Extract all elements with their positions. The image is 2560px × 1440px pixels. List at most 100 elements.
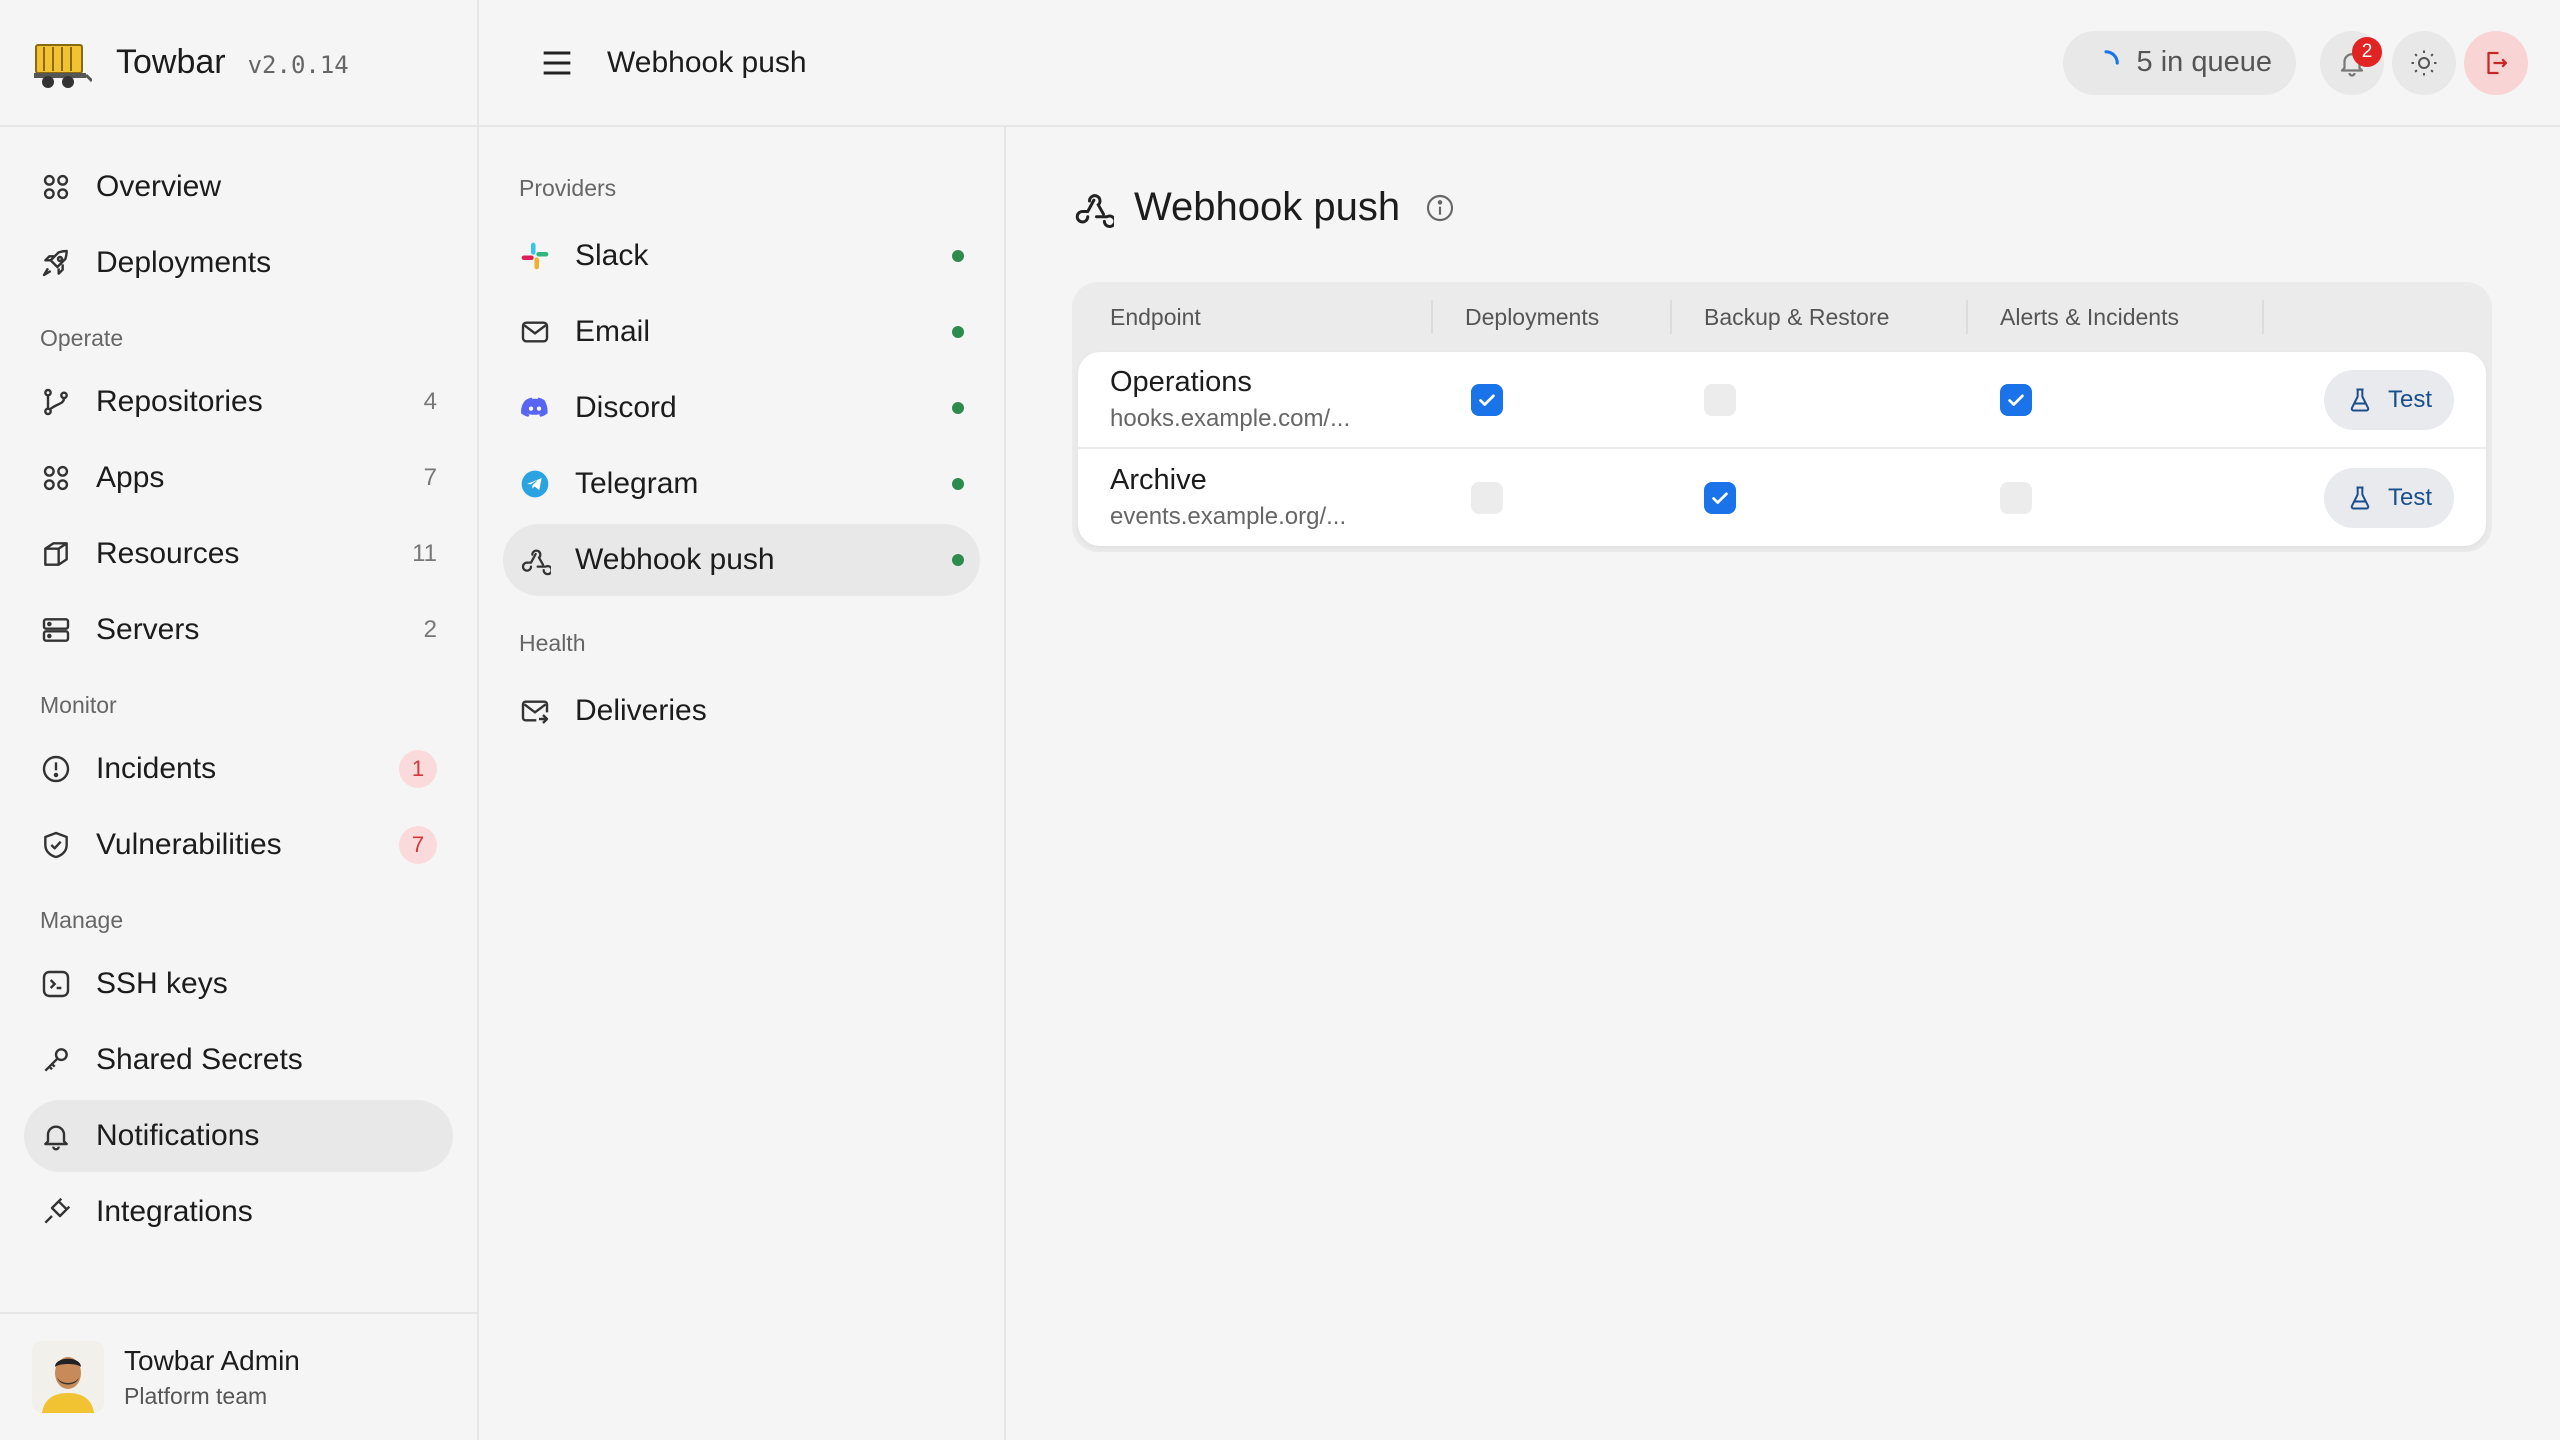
logout-icon bbox=[2487, 51, 2508, 74]
logout-button[interactable] bbox=[2464, 30, 2528, 95]
count-servers: 2 bbox=[423, 616, 437, 643]
theme-toggle-button[interactable] bbox=[2392, 30, 2456, 95]
deployments-checkbox[interactable] bbox=[1471, 481, 1503, 514]
provider-item-email[interactable]: Email bbox=[503, 296, 980, 368]
endpoint-url: events.example.org/... bbox=[1110, 503, 1347, 530]
user-team: Platform team bbox=[124, 1382, 268, 1409]
table-header: Endpoint Deployments Backup & Restore Al… bbox=[1078, 282, 2486, 352]
health-item-deliveries[interactable]: Deliveries bbox=[503, 675, 980, 747]
sidebar-item-servers[interactable]: Servers 2 bbox=[24, 594, 453, 666]
endpoint-name: Operations bbox=[1110, 366, 1252, 398]
cube-icon bbox=[44, 542, 68, 566]
endpoint-name: Archive bbox=[1110, 464, 1207, 496]
app-name: Towbar bbox=[116, 43, 226, 81]
avatar bbox=[32, 1341, 104, 1413]
terminal-icon bbox=[42, 970, 70, 998]
shield-check-icon bbox=[44, 831, 68, 859]
status-dot bbox=[952, 326, 964, 338]
provider-item-discord[interactable]: Discord bbox=[503, 372, 980, 444]
alerts-incidents-checkbox[interactable] bbox=[2000, 383, 2032, 416]
sidebar-item-integrations[interactable]: Integrations bbox=[24, 1176, 453, 1248]
badge-incidents: 1 bbox=[399, 750, 437, 788]
backup-restore-checkbox[interactable] bbox=[1704, 481, 1736, 514]
page-title: Webhook push bbox=[607, 45, 807, 79]
provider-item-telegram[interactable]: Telegram bbox=[503, 448, 980, 520]
check-icon bbox=[2008, 394, 2024, 406]
test-button-label: Test bbox=[2387, 483, 2432, 511]
alert-circle-icon bbox=[42, 755, 70, 783]
provider-item-webhook-push[interactable]: Webhook push bbox=[503, 524, 980, 596]
user-profile[interactable]: Towbar Admin Platform team bbox=[0, 1312, 477, 1440]
topbar: Webhook push 5 in queue 2 bbox=[479, 0, 2560, 127]
status-dot bbox=[952, 554, 964, 566]
sidebar-item-resources[interactable]: Resources 11 bbox=[24, 518, 453, 590]
main-area: Webhook push 5 in queue 2 Providers Slac… bbox=[479, 0, 2560, 1440]
status-dot bbox=[952, 402, 964, 414]
content-area: Providers Slack Email Discord Telegram W… bbox=[479, 127, 2560, 1440]
webhook-icon bbox=[1075, 193, 1114, 228]
hamburger-menu-icon[interactable] bbox=[537, 43, 577, 83]
test-button[interactable]: Test bbox=[2323, 467, 2454, 528]
slack-icon bbox=[521, 242, 549, 270]
count-repositories: 4 bbox=[423, 388, 437, 415]
git-branch-icon bbox=[44, 388, 68, 416]
trailer-logo-icon bbox=[34, 43, 92, 88]
grid-icon bbox=[43, 174, 69, 200]
section-manage: Manage bbox=[40, 907, 124, 933]
column-header-deployments: Deployments bbox=[1433, 300, 1672, 334]
section-providers: Providers bbox=[519, 175, 617, 201]
sidebar: Towbar v2.0.14 Overview Deployments Oper… bbox=[0, 0, 479, 1440]
test-button[interactable]: Test bbox=[2323, 369, 2454, 430]
status-dot bbox=[952, 250, 964, 262]
mail-icon bbox=[521, 321, 549, 343]
telegram-icon bbox=[521, 470, 549, 498]
endpoints-table: Endpoint Deployments Backup & Restore Al… bbox=[1072, 282, 2492, 552]
section-health: Health bbox=[519, 630, 586, 656]
count-apps: 7 bbox=[423, 464, 437, 491]
sidebar-item-shared-secrets[interactable]: Shared Secrets bbox=[24, 1024, 453, 1096]
user-name: Towbar Admin bbox=[124, 1344, 300, 1376]
sidebar-item-deployments[interactable]: Deployments bbox=[24, 227, 453, 299]
endpoint-cell: Archive events.example.org/... bbox=[1078, 464, 1433, 531]
provider-item-slack[interactable]: Slack bbox=[503, 220, 980, 292]
sidebar-item-vulnerabilities[interactable]: Vulnerabilities 7 bbox=[24, 809, 453, 881]
info-icon[interactable] bbox=[1424, 192, 1456, 224]
mail-forward-icon bbox=[521, 700, 549, 724]
key-icon bbox=[44, 1048, 68, 1072]
panel-header: Webhook push bbox=[1072, 185, 2496, 230]
endpoint-cell: Operations hooks.example.com/... bbox=[1078, 366, 1433, 433]
webhook-panel: Webhook push Endpoint Deployments Backup… bbox=[1006, 127, 2560, 1440]
count-resources: 11 bbox=[412, 540, 437, 567]
test-button-label: Test bbox=[2387, 385, 2432, 413]
endpoint-url: hooks.example.com/... bbox=[1110, 405, 1351, 432]
flask-icon bbox=[2350, 388, 2370, 411]
table-row: Operations hooks.example.com/... Test bbox=[1078, 352, 2486, 449]
sidebar-item-notifications[interactable]: Notifications bbox=[24, 1100, 453, 1172]
main-nav: Overview Deployments Operate Repositorie… bbox=[0, 127, 477, 1440]
backup-restore-checkbox[interactable] bbox=[1704, 383, 1736, 416]
section-monitor: Monitor bbox=[40, 692, 117, 718]
sidebar-item-overview[interactable]: Overview bbox=[24, 151, 453, 223]
app-version: v2.0.14 bbox=[247, 50, 349, 79]
queue-label: 5 in queue bbox=[2136, 46, 2272, 78]
discord-icon bbox=[521, 397, 548, 417]
alerts-incidents-checkbox[interactable] bbox=[2000, 481, 2032, 514]
plug-icon bbox=[44, 1197, 71, 1224]
sidebar-item-apps[interactable]: Apps 7 bbox=[24, 442, 453, 514]
column-header-alerts-incidents: Alerts & Incidents bbox=[1968, 300, 2264, 334]
server-icon bbox=[42, 618, 70, 642]
brand: Towbar v2.0.14 bbox=[0, 0, 477, 127]
sidebar-item-ssh-keys[interactable]: SSH keys bbox=[24, 948, 453, 1020]
deployments-checkbox[interactable] bbox=[1471, 383, 1503, 416]
section-operate: Operate bbox=[40, 325, 124, 351]
check-icon bbox=[1712, 492, 1728, 504]
status-dot bbox=[952, 478, 964, 490]
column-header-backup-restore: Backup & Restore bbox=[1672, 300, 1968, 334]
queue-status-button[interactable]: 5 in queue bbox=[2062, 30, 2296, 95]
spinner-icon bbox=[2103, 49, 2119, 65]
sidebar-item-incidents[interactable]: Incidents 1 bbox=[24, 733, 453, 805]
notifications-button[interactable]: 2 bbox=[2320, 30, 2384, 95]
sidebar-item-repositories[interactable]: Repositories 4 bbox=[24, 366, 453, 438]
sun-icon bbox=[2411, 50, 2437, 75]
bell-icon bbox=[44, 1125, 68, 1151]
